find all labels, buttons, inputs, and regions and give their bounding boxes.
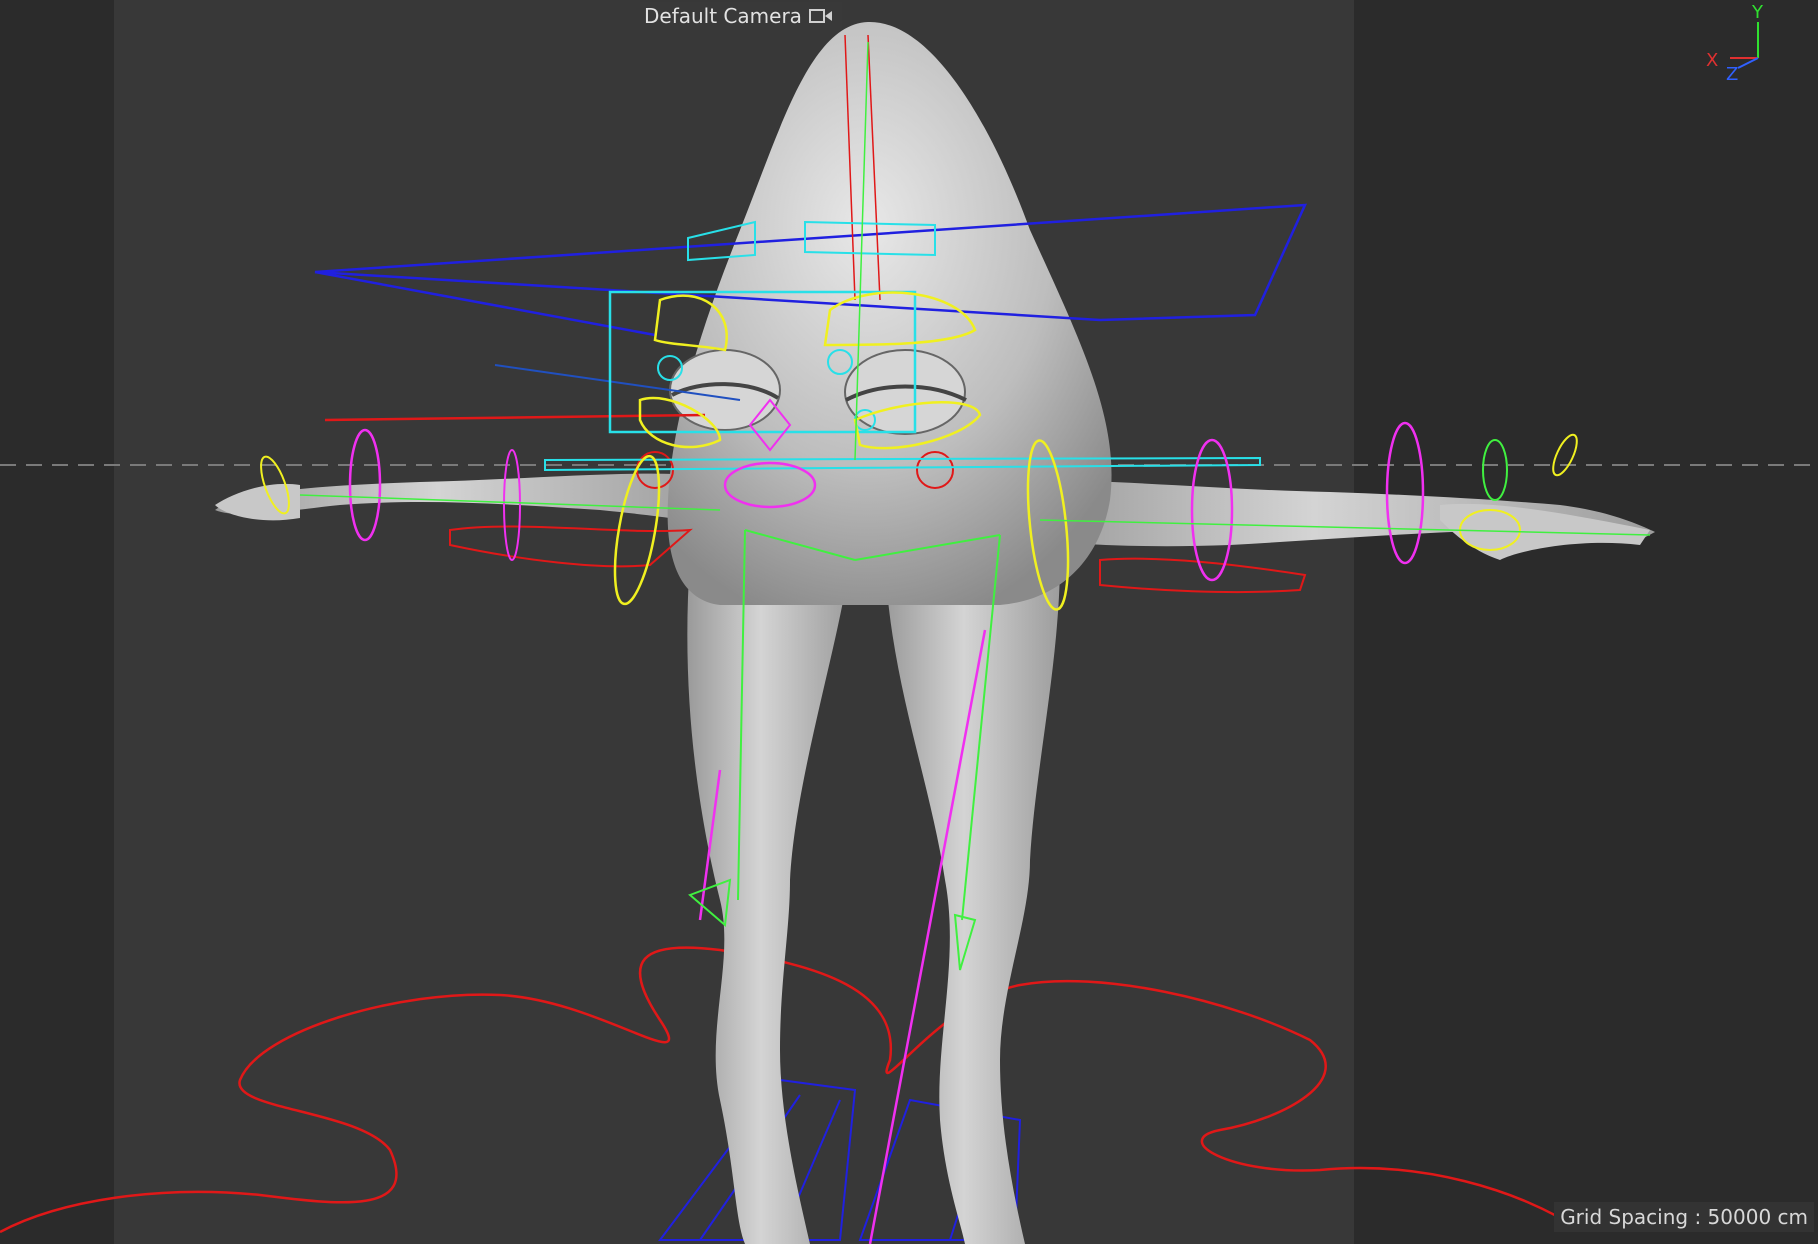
magenta-wrist-right [1385,421,1425,565]
grid-spacing-label: Grid Spacing : 50000 cm [1554,1202,1814,1232]
camera-label-text: Default Camera [644,4,802,28]
axis-gizmo: Y X Z [1706,2,1764,85]
axis-y-label: Y [1751,2,1764,23]
viewport-scene[interactable] [0,0,1818,1244]
3d-viewport[interactable]: Default Camera Y X Z Grid Spacing : 5000… [0,0,1818,1244]
camera-icon[interactable] [808,6,834,26]
axis-x-label: X [1706,50,1718,71]
camera-label[interactable]: Default Camera [640,2,842,30]
axis-z-label: Z [1726,64,1738,85]
